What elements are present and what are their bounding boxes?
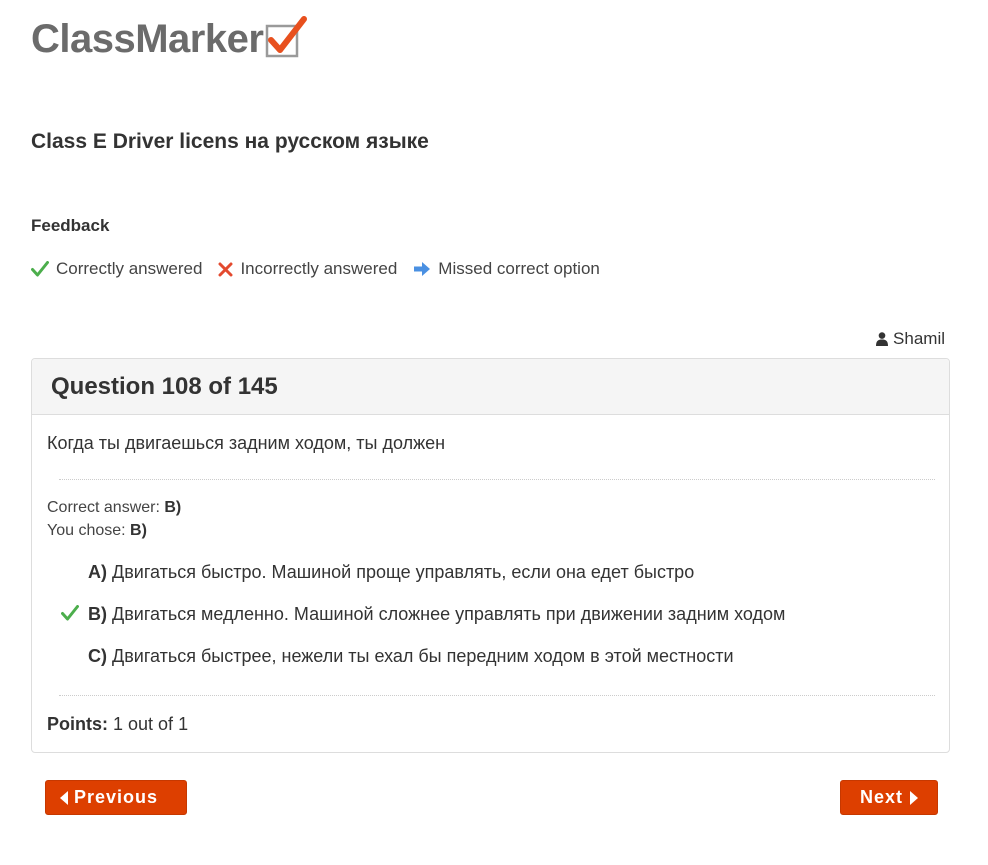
you-chose-line: You chose: B) [47, 522, 147, 540]
option-letter: B) [88, 604, 107, 624]
check-icon [31, 261, 49, 277]
correct-answer-value: B) [164, 499, 182, 516]
points: Points: 1 out of 1 [47, 714, 188, 735]
points-label: Points: [47, 714, 108, 734]
next-button[interactable]: Next [840, 780, 938, 815]
option-b: B) Двигаться медленно. Машиной сложнее у… [88, 604, 785, 625]
correct-answer-label: Correct answer: [47, 499, 160, 516]
legend-label: Correctly answered [56, 259, 203, 278]
legend-label: Incorrectly answered [240, 259, 398, 278]
user-icon [876, 332, 889, 346]
divider [59, 695, 935, 696]
option-letter: A) [88, 562, 107, 582]
option-text: Двигаться быстрее, нежели ты ехал бы пер… [112, 646, 734, 666]
question-panel: Question 108 of 145 Когда ты двигаешься … [31, 358, 950, 753]
next-label: Next [860, 787, 904, 807]
option-a: A) Двигаться быстро. Машиной проще управ… [88, 562, 694, 583]
user-label: Shamil [893, 329, 945, 348]
test-title: Class E Driver licens на русском языке [31, 130, 429, 153]
feedback-heading: Feedback [31, 216, 110, 235]
classmarker-logo: ClassMarker [31, 16, 308, 62]
correct-answer-line: Correct answer: B) [47, 499, 181, 517]
checkbox-check-icon [266, 16, 308, 58]
question-heading: Question 108 of 145 [51, 372, 278, 400]
previous-label: Previous [74, 787, 159, 807]
legend-label: Missed correct option [438, 259, 600, 278]
you-chose-value: B) [130, 522, 147, 539]
option-letter: C) [88, 646, 107, 666]
you-chose-label: You chose: [47, 522, 126, 539]
legend-missed: Missed correct option [413, 259, 600, 279]
caret-left-icon [60, 790, 68, 805]
feedback-legend: Correctly answered Incorrectly answered … [31, 259, 616, 279]
divider [59, 479, 935, 480]
user-name: Shamil [876, 329, 945, 349]
points-value: 1 out of 1 [113, 714, 189, 734]
question-header: Question 108 of 145 [32, 359, 949, 415]
check-icon [61, 605, 79, 621]
arrow-right-icon [414, 262, 431, 276]
option-text: Двигаться медленно. Машиной сложнее упра… [112, 604, 786, 624]
caret-right-icon [910, 790, 919, 805]
previous-button[interactable]: Previous [45, 780, 187, 815]
option-c: C) Двигаться быстрее, нежели ты ехал бы … [88, 646, 734, 667]
logo-text: ClassMarker [31, 17, 264, 61]
legend-correct: Correctly answered [31, 259, 202, 279]
legend-incorrect: Incorrectly answered [218, 259, 397, 279]
option-text: Двигаться быстро. Машиной проще управлят… [112, 562, 695, 582]
cross-icon [218, 262, 233, 276]
question-text: Когда ты двигаешься задним ходом, ты дол… [47, 433, 446, 453]
